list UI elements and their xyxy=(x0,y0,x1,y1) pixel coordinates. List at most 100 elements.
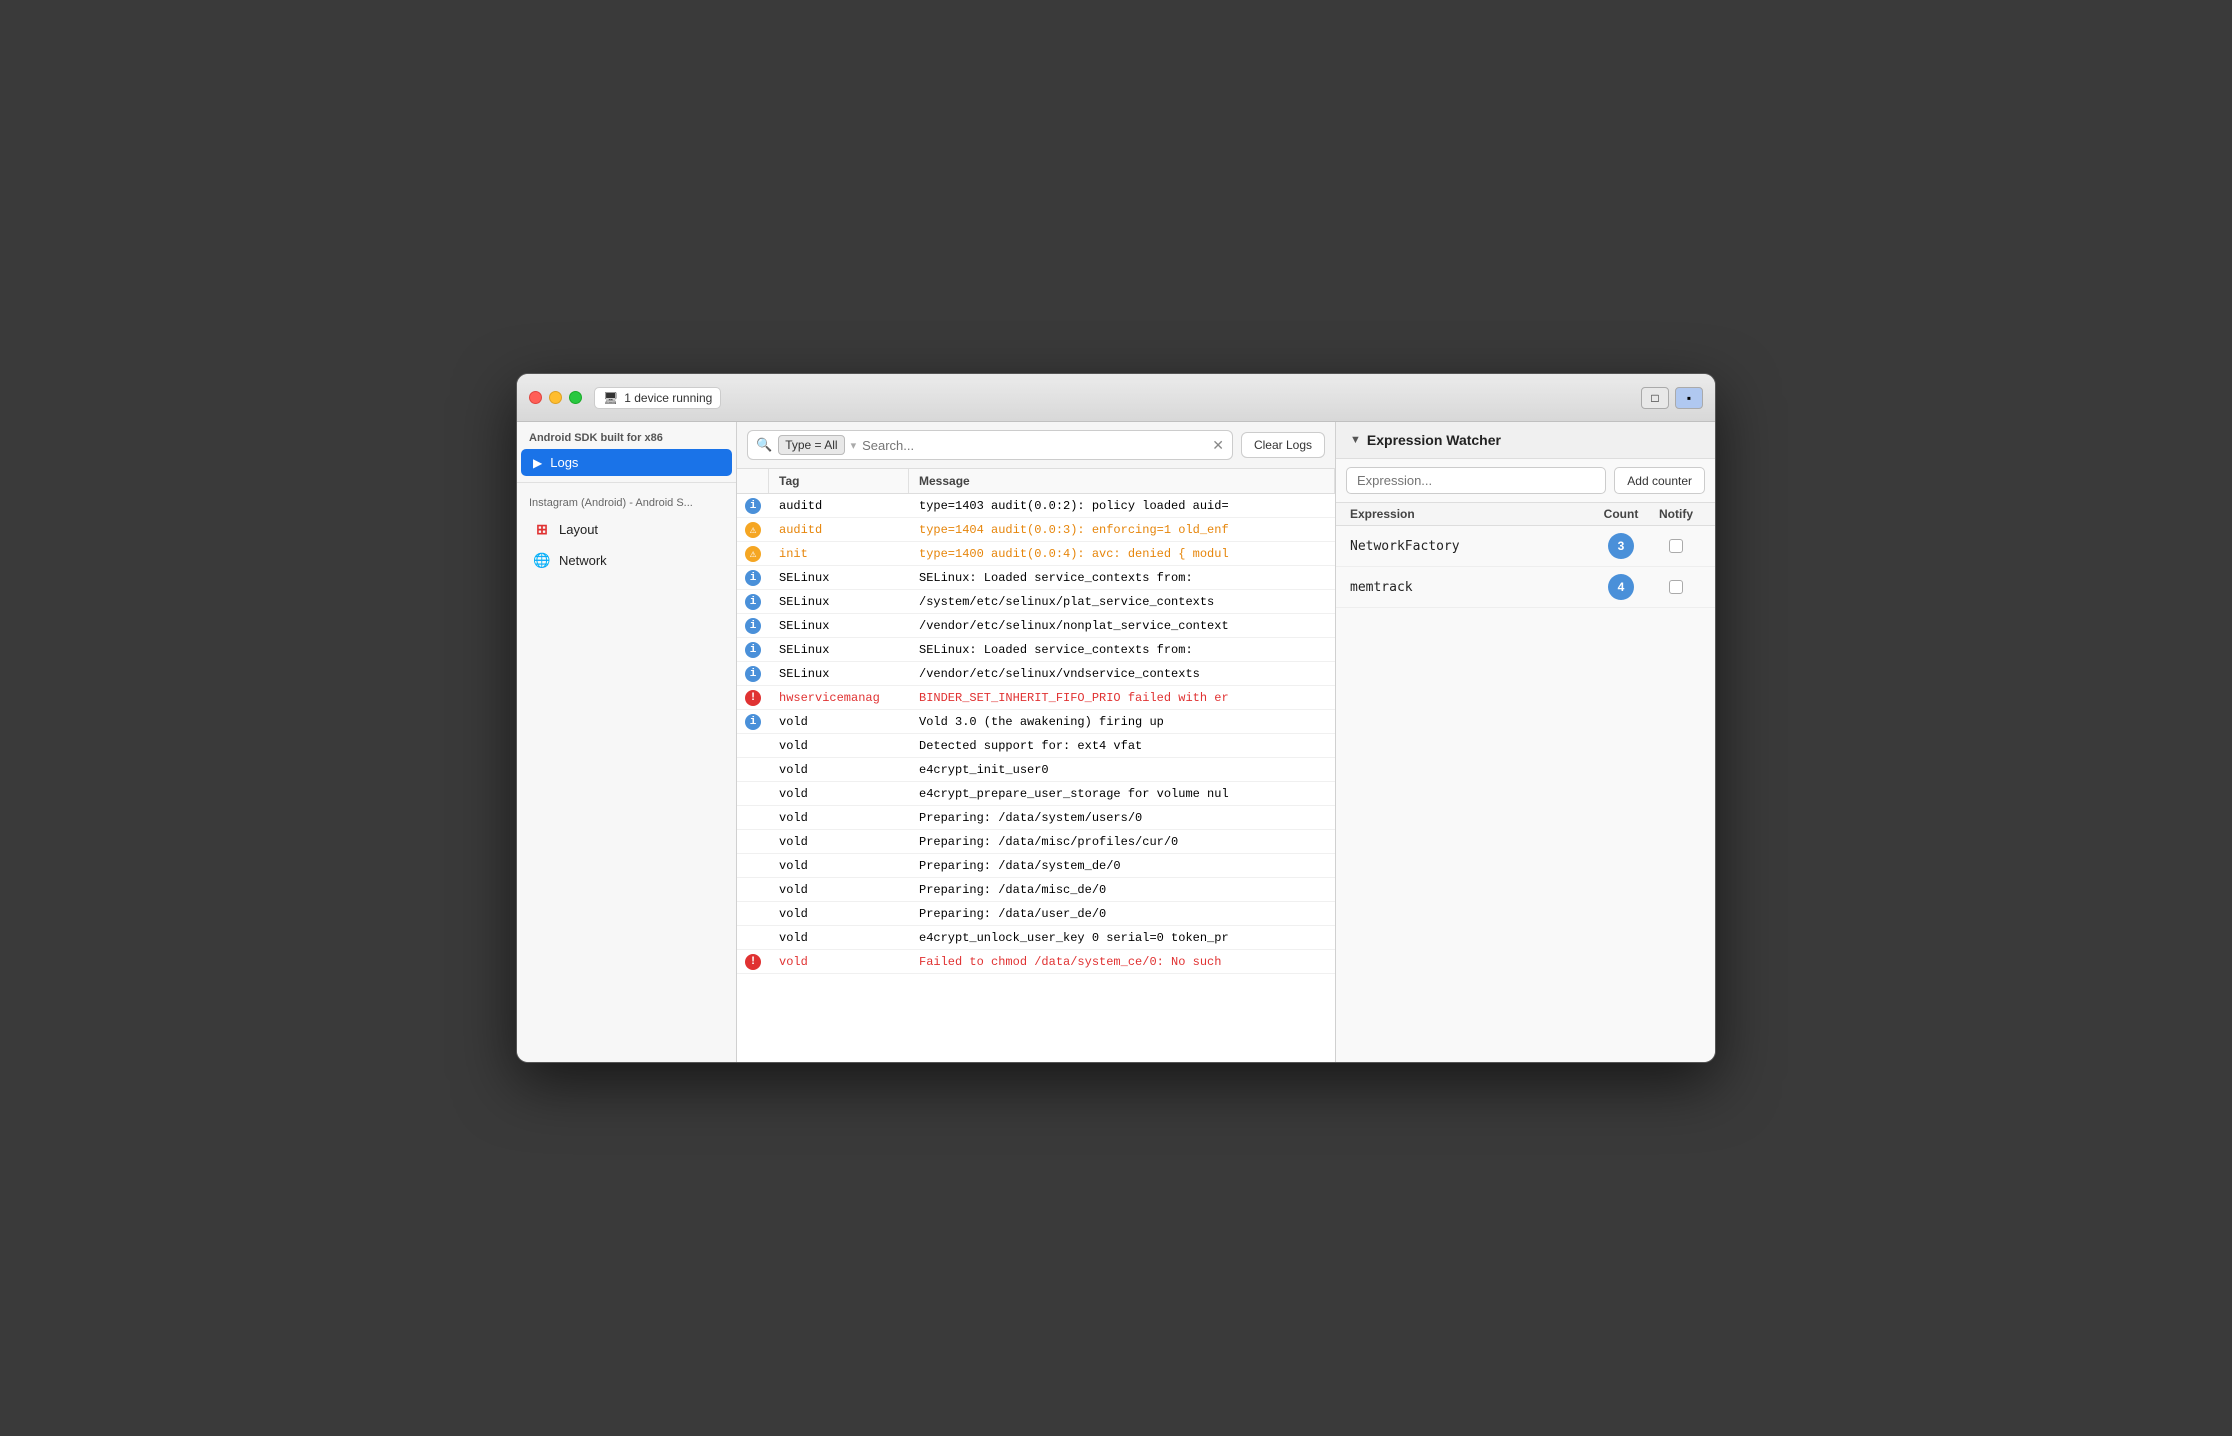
log-tag-cell: vold xyxy=(769,832,909,852)
expr-count-col: 4 xyxy=(1591,574,1651,600)
info-icon: i xyxy=(745,714,761,730)
expression-input[interactable] xyxy=(1346,467,1606,494)
log-icon-cell: ! xyxy=(737,954,769,970)
log-table-header: Tag Message xyxy=(737,469,1335,494)
sidebar-item-network[interactable]: 🌐 Network xyxy=(521,545,732,575)
log-tag-cell: vold xyxy=(769,712,909,732)
log-tag-cell: vold xyxy=(769,952,909,972)
log-tag-cell: vold xyxy=(769,808,909,828)
sidebar-layout-label: Layout xyxy=(559,522,598,537)
error-icon: ! xyxy=(745,954,761,970)
expression-row[interactable]: memtrack 4 xyxy=(1336,567,1715,608)
log-tag-cell: vold xyxy=(769,760,909,780)
log-row[interactable]: vold Preparing: /data/misc_de/0 xyxy=(737,878,1335,902)
expression-row[interactable]: NetworkFactory 3 xyxy=(1336,526,1715,567)
log-row[interactable]: vold Preparing: /data/misc/profiles/cur/… xyxy=(737,830,1335,854)
network-icon: 🌐 xyxy=(533,551,551,569)
log-message-cell: /vendor/etc/selinux/vndservice_contexts xyxy=(909,664,1335,684)
log-row[interactable]: ⚠ init type=1400 audit(0.0:4): avc: deni… xyxy=(737,542,1335,566)
sidebar: Android SDK built for x86 ▶ Logs Instagr… xyxy=(517,422,737,1062)
log-tag-cell: SELinux xyxy=(769,664,909,684)
close-button[interactable] xyxy=(529,391,542,404)
log-row[interactable]: vold Preparing: /data/user_de/0 xyxy=(737,902,1335,926)
log-row[interactable]: i SELinux /vendor/etc/selinux/vndservice… xyxy=(737,662,1335,686)
titlebar: 🖥 1 device running □ ▪ xyxy=(517,374,1715,422)
log-icon-cell: i xyxy=(737,618,769,634)
search-icon: 🔍 xyxy=(756,437,772,453)
log-row[interactable]: i SELinux SELinux: Loaded service_contex… xyxy=(737,566,1335,590)
sidebar-item-logs[interactable]: ▶ Logs xyxy=(521,449,732,476)
panel-toggle-2[interactable]: ▪ xyxy=(1675,387,1703,409)
log-tag-cell: auditd xyxy=(769,520,909,540)
log-message-cell: type=1403 audit(0.0:2): policy loaded au… xyxy=(909,496,1335,516)
log-row[interactable]: vold e4crypt_init_user0 xyxy=(737,758,1335,782)
add-counter-button[interactable]: Add counter xyxy=(1614,467,1705,494)
log-row[interactable]: ! vold Failed to chmod /data/system_ce/0… xyxy=(737,950,1335,974)
search-bar[interactable]: 🔍 Type = All ▾ ✕ xyxy=(747,430,1233,460)
right-panel: ▼ Expression Watcher Add counter Express… xyxy=(1335,422,1715,1062)
warn-icon: ⚠ xyxy=(745,546,761,562)
log-row[interactable]: i SELinux /vendor/etc/selinux/nonplat_se… xyxy=(737,614,1335,638)
log-icon-cell: i xyxy=(737,666,769,682)
expr-notify-col[interactable] xyxy=(1651,539,1701,553)
log-tag-cell: SELinux xyxy=(769,592,909,612)
log-message-cell: Failed to chmod /data/system_ce/0: No su… xyxy=(909,952,1335,972)
log-table[interactable]: Tag Message i auditd type=1403 audit(0.0… xyxy=(737,469,1335,1062)
clear-logs-button[interactable]: Clear Logs xyxy=(1241,432,1325,458)
log-tag-cell: SELinux xyxy=(769,640,909,660)
minimize-button[interactable] xyxy=(549,391,562,404)
log-row[interactable]: i SELinux SELinux: Loaded service_contex… xyxy=(737,638,1335,662)
log-row[interactable]: vold e4crypt_prepare_user_storage for vo… xyxy=(737,782,1335,806)
sidebar-network-label: Network xyxy=(559,553,607,568)
info-icon: i xyxy=(745,642,761,658)
warn-icon: ⚠ xyxy=(745,522,761,538)
clear-search-icon[interactable]: ✕ xyxy=(1212,437,1224,454)
sidebar-separator xyxy=(517,482,736,483)
error-icon: ! xyxy=(745,690,761,706)
log-icon-cell: i xyxy=(737,642,769,658)
expr-notify-checkbox[interactable] xyxy=(1669,539,1683,553)
expression-rows-container: NetworkFactory 3 memtrack 4 xyxy=(1336,526,1715,608)
expr-header-count: Count xyxy=(1591,507,1651,521)
log-icon-cell: ! xyxy=(737,690,769,706)
main-layout: Android SDK built for x86 ▶ Logs Instagr… xyxy=(517,422,1715,1062)
expr-notify-col[interactable] xyxy=(1651,580,1701,594)
arrow-right-icon: ▶ xyxy=(533,456,542,470)
info-icon: i xyxy=(745,498,761,514)
log-message-cell: e4crypt_init_user0 xyxy=(909,760,1335,780)
log-tag-cell: vold xyxy=(769,784,909,804)
panel-collapse-icon[interactable]: ▼ xyxy=(1350,434,1361,446)
log-message-cell: e4crypt_unlock_user_key 0 serial=0 token… xyxy=(909,928,1335,948)
log-message-cell: SELinux: Loaded service_contexts from: xyxy=(909,640,1335,660)
log-row[interactable]: i vold Vold 3.0 (the awakening) firing u… xyxy=(737,710,1335,734)
log-row[interactable]: i auditd type=1403 audit(0.0:2): policy … xyxy=(737,494,1335,518)
log-row[interactable]: ! hwservicemanag BINDER_SET_INHERIT_FIFO… xyxy=(737,686,1335,710)
log-row[interactable]: i SELinux /system/etc/selinux/plat_servi… xyxy=(737,590,1335,614)
expression-input-row: Add counter xyxy=(1336,459,1715,503)
log-row[interactable]: ⚠ auditd type=1404 audit(0.0:3): enforci… xyxy=(737,518,1335,542)
log-message-cell: e4crypt_prepare_user_storage for volume … xyxy=(909,784,1335,804)
panel-title: Expression Watcher xyxy=(1367,432,1501,448)
log-message-cell: /vendor/etc/selinux/nonplat_service_cont… xyxy=(909,616,1335,636)
expr-notify-checkbox[interactable] xyxy=(1669,580,1683,594)
log-tag-cell: vold xyxy=(769,736,909,756)
log-row[interactable]: vold Preparing: /data/system_de/0 xyxy=(737,854,1335,878)
sidebar-item-layout[interactable]: ⊞ Layout xyxy=(521,514,732,544)
panel-header: ▼ Expression Watcher xyxy=(1336,422,1715,459)
search-input[interactable] xyxy=(862,438,1206,453)
type-filter[interactable]: Type = All xyxy=(778,435,844,455)
log-icon-cell: ⚠ xyxy=(737,522,769,538)
header-tag-col: Tag xyxy=(769,469,909,493)
log-toolbar: 🔍 Type = All ▾ ✕ Clear Logs xyxy=(737,422,1335,469)
expression-table-header: Expression Count Notify xyxy=(1336,503,1715,526)
log-message-cell: BINDER_SET_INHERIT_FIFO_PRIO failed with… xyxy=(909,688,1335,708)
log-row[interactable]: vold e4crypt_unlock_user_key 0 serial=0 … xyxy=(737,926,1335,950)
log-row[interactable]: vold Detected support for: ext4 vfat xyxy=(737,734,1335,758)
log-tag-cell: vold xyxy=(769,928,909,948)
log-row[interactable]: vold Preparing: /data/system/users/0 xyxy=(737,806,1335,830)
log-tag-cell: hwservicemanag xyxy=(769,688,909,708)
panel-toggle-1[interactable]: □ xyxy=(1641,387,1669,409)
device-section-label: Instagram (Android) - Android S... xyxy=(517,489,736,513)
maximize-button[interactable] xyxy=(569,391,582,404)
info-icon: i xyxy=(745,666,761,682)
